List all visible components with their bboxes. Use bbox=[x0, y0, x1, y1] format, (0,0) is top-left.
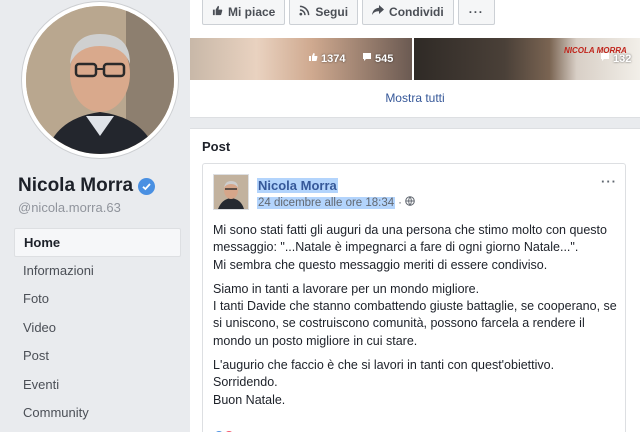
post-meta: 24 dicembre alle ore 18:34 · bbox=[257, 196, 415, 209]
post-author-name[interactable]: Nicola Morra bbox=[257, 178, 338, 193]
photo-comments-count: 132 bbox=[613, 52, 632, 65]
like-button[interactable]: Mi piace bbox=[202, 0, 286, 25]
post-paragraph: Siamo in tanti a lavorare per un mondo m… bbox=[213, 281, 617, 348]
post-author-avatar[interactable] bbox=[213, 174, 249, 210]
nav-item-eventi[interactable]: Eventi bbox=[14, 371, 181, 400]
follow-button[interactable]: Segui bbox=[289, 0, 359, 25]
post-body: Mi sono stati fatti gli auguri da una pe… bbox=[213, 222, 621, 416]
profile-picture[interactable] bbox=[22, 2, 178, 158]
photo-likes-count: 1374 bbox=[321, 52, 346, 65]
photo-thumbnail[interactable]: NICOLA MORRA 132 bbox=[414, 38, 640, 80]
nav-item-informazioni[interactable]: Informazioni bbox=[14, 257, 181, 286]
posts-card: Post Nicola Morra 24 dicembre alle ore 1… bbox=[190, 128, 640, 432]
page-nav: Home Informazioni Foto Video Post Eventi… bbox=[14, 228, 181, 428]
photo-thumbnail[interactable]: 1374 545 bbox=[190, 38, 412, 80]
comment-bubble-icon bbox=[600, 52, 610, 65]
comment-bubble-icon bbox=[362, 52, 372, 65]
nav-item-community[interactable]: Community bbox=[14, 399, 181, 428]
profile-handle: @nicola.morra.63 bbox=[18, 200, 121, 215]
profile-name-text[interactable]: Nicola Morra bbox=[18, 175, 133, 197]
like-label: Mi piace bbox=[228, 5, 276, 19]
profile-name[interactable]: Nicola Morra bbox=[18, 175, 156, 197]
post-timestamp[interactable]: 24 dicembre alle ore 18:34 bbox=[257, 196, 396, 209]
post-paragraph: Mi sono stati fatti gli auguri da una pe… bbox=[213, 223, 607, 272]
profile-photo-icon bbox=[26, 6, 174, 154]
more-actions-button[interactable]: ··· bbox=[457, 0, 495, 25]
show-all-link[interactable]: Mostra tutti bbox=[190, 91, 640, 105]
follow-label: Segui bbox=[315, 5, 349, 19]
photos-card: Mi piace Segui Condividi ··· 1374 545 NI… bbox=[190, 0, 640, 118]
nav-item-video[interactable]: Video bbox=[14, 314, 181, 343]
post: Nicola Morra 24 dicembre alle ore 18:34 … bbox=[202, 163, 626, 432]
nav-item-post[interactable]: Post bbox=[14, 342, 181, 371]
photo-comments-count: 545 bbox=[375, 52, 394, 65]
nav-item-home[interactable]: Home bbox=[14, 228, 181, 257]
post-options-button[interactable]: ··· bbox=[601, 174, 617, 189]
page-actions: Mi piace Segui Condividi ··· bbox=[202, 0, 495, 25]
photo-comments: 545 bbox=[362, 52, 393, 65]
right-column: Mi piace Segui Condividi ··· 1374 545 NI… bbox=[190, 0, 640, 432]
thumbs-up-icon bbox=[212, 5, 223, 19]
nav-item-foto[interactable]: Foto bbox=[14, 285, 181, 314]
verified-badge-icon bbox=[138, 177, 156, 195]
posts-section-title: Post bbox=[202, 139, 231, 154]
rss-icon bbox=[299, 5, 310, 19]
left-column: Nicola Morra @nicola.morra.63 Home Infor… bbox=[0, 0, 190, 432]
heart-like-icon bbox=[308, 52, 318, 65]
meta-separator: · bbox=[398, 196, 403, 209]
photo-likes: 1374 bbox=[308, 52, 345, 65]
share-label: Condividi bbox=[389, 5, 444, 19]
author-photo-icon bbox=[214, 175, 248, 209]
photo-strip: 1374 545 NICOLA MORRA 132 bbox=[190, 38, 640, 80]
photo-comments: 132 bbox=[600, 52, 631, 65]
post-paragraph: L'augurio che faccio è che si lavori in … bbox=[213, 358, 555, 407]
globe-icon[interactable] bbox=[405, 196, 415, 209]
share-arrow-icon bbox=[372, 5, 385, 19]
share-button[interactable]: Condividi bbox=[362, 0, 454, 25]
